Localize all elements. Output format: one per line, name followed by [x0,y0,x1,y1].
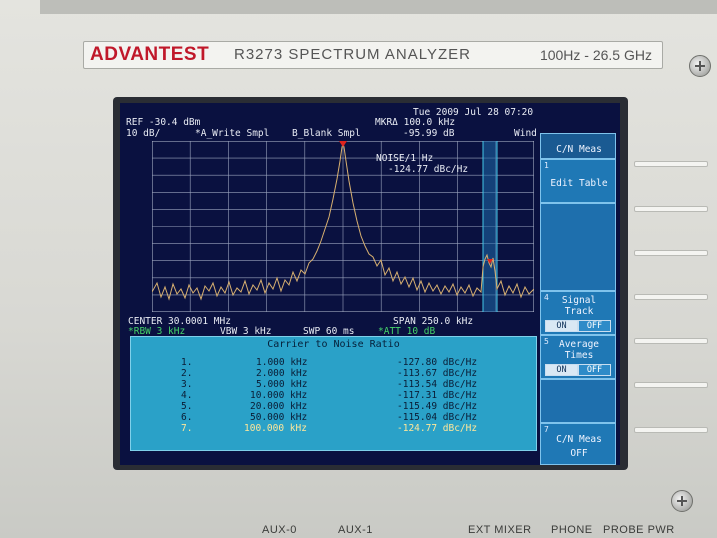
row-value: -124.77 dBc/Hz [397,423,478,434]
softkey-button-7[interactable] [634,427,708,433]
brand-plate: ADVANTEST R3273 SPECTRUM ANALYZER 100Hz … [83,41,663,69]
row-offset: 5.000 kHz [256,379,308,390]
softkey-button-5[interactable] [634,338,708,344]
softkey-button-6[interactable] [634,382,708,388]
port-probe-pwr: PROBE PWR [603,524,675,536]
trace-b-mode: B_Blank Smpl [292,128,361,139]
cn-ratio-table: Carrier to Noise Ratio 1. 1.000 kHz -127… [130,336,537,451]
row-value: -115.04 dBc/Hz [397,412,478,423]
row-index: 2. [181,368,193,379]
softkey-number: 7 [544,425,549,434]
row-value: -115.49 dBc/Hz [397,401,478,412]
trace-a-mode: *A_Write Smpl [195,128,270,139]
row-value: -113.67 dBc/Hz [397,368,478,379]
wind-label: Wind [514,128,537,139]
softkey-number: 1 [544,161,549,170]
menu-title-label: C/N Meas [556,144,602,155]
toggle-off[interactable]: OFF [578,320,611,332]
row-index: 6. [181,412,193,423]
port-aux1: AUX-1 [338,524,373,536]
brand-logo: ADVANTEST [90,44,210,65]
softkey-label: Track [564,306,594,317]
softkey-label: Average [558,339,600,350]
softkey-label: Edit Table [550,178,608,189]
signal-track-toggle[interactable]: ON OFF [545,320,611,332]
noise-marker-label: NOISE/1 Hz [376,153,433,164]
port-phone: PHONE [551,524,593,536]
table-row: 7. 100.000 kHz -124.77 dBc/Hz [131,423,536,434]
reference-level: REF -30.4 dBm [126,117,201,128]
row-offset: 100.000 kHz [244,423,307,434]
row-index: 3. [181,379,193,390]
table-row: 6. 50.000 kHz -115.04 dBc/Hz [131,412,536,423]
softkey-blank-6[interactable] [540,379,616,423]
softkey-label: C/N Meas [556,434,602,445]
table-row: 3. 5.000 kHz -113.54 dBc/Hz [131,379,536,390]
row-offset: 50.000 kHz [250,412,308,423]
softkey-cn-meas-off[interactable]: 7 C/N Meas OFF [540,423,616,465]
top-panel-strip [40,0,717,14]
marker-band [483,141,497,312]
screw-icon [671,490,693,512]
row-index: 5. [181,401,193,412]
table-row: 2. 2.000 kHz -113.67 dBc/Hz [131,368,536,379]
softkey-button-2[interactable] [634,206,708,212]
softkey-edit-table[interactable]: 1 Edit Table [540,159,616,203]
row-value: -127.80 dBc/Hz [397,357,478,368]
toggle-off[interactable]: OFF [578,364,611,376]
row-offset: 10.000 kHz [250,390,308,401]
softkey-average-times[interactable]: 5 Average Times ON OFF [540,335,616,379]
row-index: 4. [181,390,193,401]
frequency-range: 100Hz - 26.5 GHz [539,47,652,63]
row-offset: 2.000 kHz [256,368,308,379]
softkey-button-4[interactable] [634,294,708,300]
softkey-menu: C/N Meas 1 Edit Table 4 Signal Track ON … [540,133,618,465]
softkey-button-3[interactable] [634,250,708,256]
marker-frequency: MKRΔ 100.0 kHz [375,117,456,128]
table-row: 1. 1.000 kHz -127.80 dBc/Hz [131,357,536,368]
port-aux0: AUX-0 [262,524,297,536]
toggle-on[interactable]: ON [545,320,578,332]
softkey-label: Times [564,350,594,361]
softkey-blank-2[interactable] [540,203,616,291]
row-offset: 20.000 kHz [250,401,308,412]
row-offset: 1.000 kHz [256,357,308,368]
table-title: Carrier to Noise Ratio [267,339,400,350]
table-row: 5. 20.000 kHz -115.49 dBc/Hz [131,401,536,412]
analyzer-screen: Tue 2009 Jul 28 07:20 REF -30.4 dBm MKRΔ… [120,103,620,465]
row-index: 7. [181,423,193,434]
screw-icon [689,55,711,77]
model-name: R3273 SPECTRUM ANALYZER [234,46,471,63]
row-value: -117.31 dBc/Hz [397,390,478,401]
noise-marker-value: -124.77 dBc/Hz [388,164,468,175]
softkey-label: OFF [570,448,588,459]
average-times-toggle[interactable]: ON OFF [545,364,611,376]
marker-level: -95.99 dB [403,128,455,139]
toggle-on[interactable]: ON [545,364,578,376]
softkey-label: Signal [561,295,597,306]
row-index: 1. [181,357,193,368]
table-row: 4. 10.000 kHz -117.31 dBc/Hz [131,390,536,401]
scale: 10 dB/ [126,128,161,139]
softkey-menu-title: C/N Meas [540,133,616,159]
softkey-button-1[interactable] [634,161,708,167]
port-ext-mixer: EXT MIXER [468,524,532,536]
softkey-signal-track[interactable]: 4 Signal Track ON OFF [540,291,616,335]
spectrum-trace-display: NOISE/1 Hz -124.77 dBc/Hz [152,141,534,312]
row-value: -113.54 dBc/Hz [397,379,478,390]
